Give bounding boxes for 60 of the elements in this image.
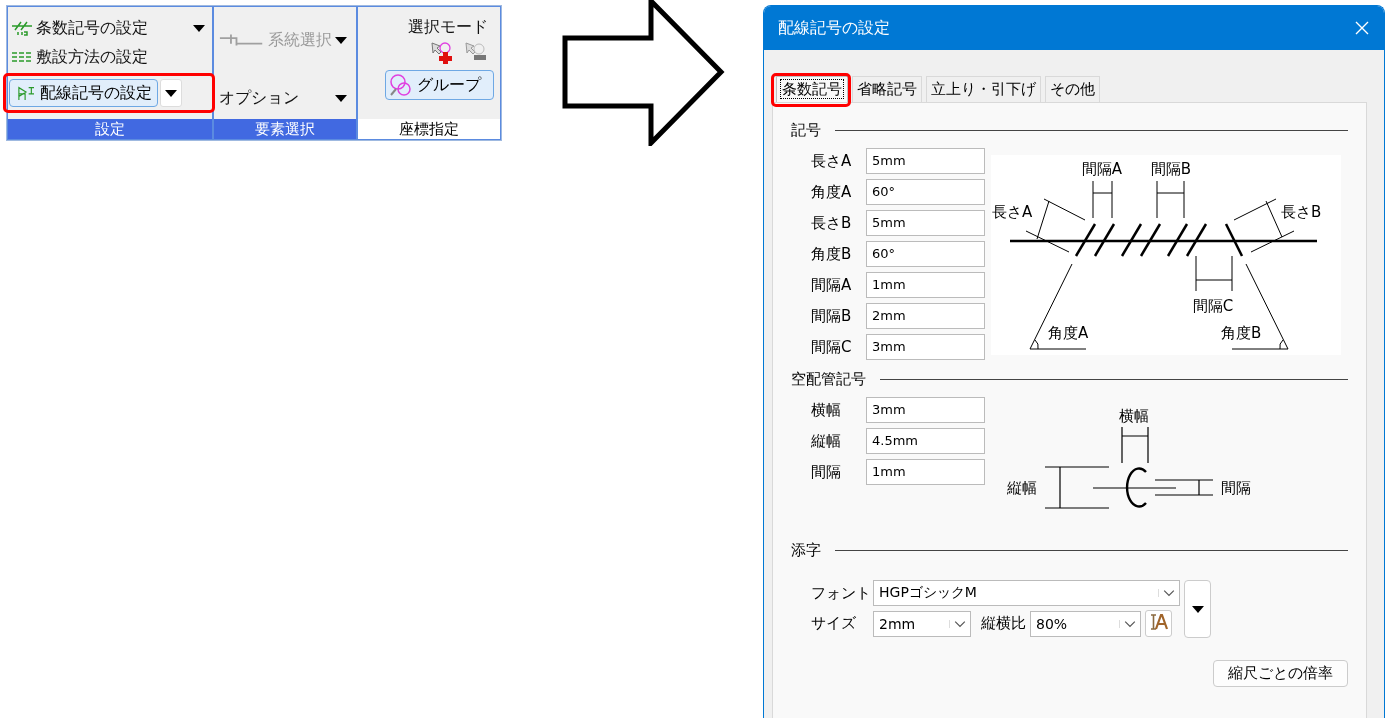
field-label: 角度B: [811, 244, 853, 264]
input-field[interactable]: 60°: [866, 179, 985, 205]
input-field[interactable]: 2mm: [866, 303, 985, 329]
pipe-icon: [219, 32, 265, 48]
section-title: 空配管記号: [791, 370, 866, 389]
ribbon-item-label[interactable]: 条数記号の設定: [36, 17, 148, 39]
dropdown-button[interactable]: [160, 79, 182, 107]
group-label: 設定: [8, 119, 212, 139]
input-field[interactable]: 60°: [866, 241, 985, 267]
tab[interactable]: 条数記号: [776, 76, 848, 102]
group-label: 座標指定: [358, 119, 500, 139]
wire-count-diagram: 間隔A 間隔B 長さA 長さB 間隔C 角度A 角度B: [991, 155, 1341, 355]
group-label: 要素選択: [214, 119, 356, 139]
field-label: 角度A: [811, 182, 853, 202]
tab[interactable]: 立上り・引下げ: [926, 76, 1041, 102]
close-icon[interactable]: [1354, 20, 1370, 36]
section-title: 添字: [791, 541, 821, 560]
field-label: 間隔: [811, 462, 842, 482]
window-title: 配線記号の設定: [778, 17, 890, 39]
field-label: 間隔B: [811, 306, 853, 326]
field-label: 間隔A: [811, 275, 853, 295]
font-dropdown[interactable]: HGPゴシックM: [873, 580, 1180, 606]
tab[interactable]: その他: [1045, 76, 1100, 102]
field-label: 長さA: [811, 151, 853, 171]
input-field[interactable]: 3mm: [866, 334, 985, 360]
ribbon-item-label[interactable]: 敷設方法の設定: [36, 46, 148, 68]
caret-icon[interactable]: [335, 94, 347, 102]
caret-icon[interactable]: [193, 24, 205, 32]
section-title: 記号: [791, 121, 821, 140]
dropdown-button[interactable]: [1184, 580, 1211, 638]
group-button[interactable]: グループ: [385, 70, 494, 100]
selection-mode-label: 選択モード: [408, 17, 488, 38]
conduit-diagram: 横幅 縦幅 間隔: [1001, 397, 1281, 517]
text-style-icon: [1148, 613, 1169, 631]
caret-icon[interactable]: [335, 36, 347, 44]
scale-factor-button[interactable]: 縮尺ごとの倍率: [1213, 660, 1348, 687]
field-label: 横幅: [811, 400, 842, 420]
wiring-symbol-settings-button[interactable]: 配線記号の設定: [9, 79, 158, 107]
field-label: 間隔C: [811, 337, 853, 357]
input-field[interactable]: 1mm: [866, 272, 985, 298]
circles-icon: [389, 73, 413, 97]
dashed-lines-icon: [11, 49, 33, 65]
input-field[interactable]: 5mm: [866, 148, 985, 174]
field-label: 縦幅: [811, 431, 842, 451]
add-selection-icon[interactable]: [430, 40, 454, 64]
field-label: 縦横比: [981, 614, 1026, 633]
input-field[interactable]: 3mm: [866, 397, 985, 423]
ribbon-item-label[interactable]: オプション: [219, 87, 299, 109]
wire-count-icon: [11, 20, 33, 36]
flag-icon: [15, 85, 37, 101]
input-field[interactable]: 4.5mm: [866, 428, 985, 454]
input-field[interactable]: 5mm: [866, 210, 985, 236]
tab[interactable]: 省略記号: [852, 76, 922, 102]
field-label: フォント: [811, 583, 869, 603]
size-dropdown[interactable]: 2mm: [873, 610, 971, 637]
field-label: サイズ: [811, 614, 857, 633]
input-field[interactable]: 1mm: [866, 459, 985, 485]
aspect-ratio-dropdown[interactable]: 80%: [1030, 610, 1141, 637]
field-label: 長さB: [811, 213, 853, 233]
text-style-button[interactable]: [1145, 610, 1172, 637]
